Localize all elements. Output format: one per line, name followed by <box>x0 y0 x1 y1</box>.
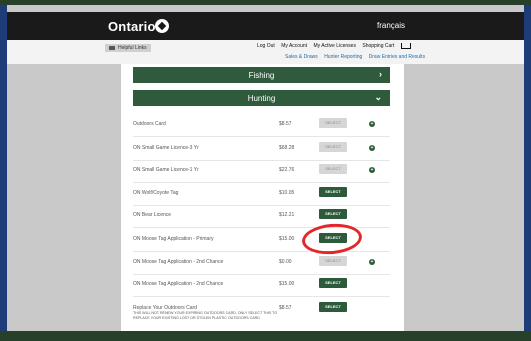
menu-icon <box>109 45 115 50</box>
product-price: $10.05 <box>279 190 295 196</box>
product-price: $0.00 <box>279 259 292 265</box>
product-row: ON Moose Tag Application - 2nd Chance $15… <box>133 274 390 297</box>
product-name: ON Moose Tag Application - 2nd Chance <box>133 281 224 287</box>
info-plus-icon[interactable]: + <box>369 167 375 173</box>
product-price: $22.76 <box>279 167 295 173</box>
info-plus-icon[interactable]: + <box>369 121 375 127</box>
select-button[interactable]: SELECT <box>319 209 347 219</box>
chevron-down-icon: ⌄ <box>374 92 382 102</box>
select-button[interactable]: SELECT <box>319 302 347 312</box>
product-name: ON Bear Licence <box>133 212 172 218</box>
fishing-section-header[interactable]: Fishing › <box>133 67 390 83</box>
draw-entries-link[interactable]: Draw Entries and Results <box>369 54 425 60</box>
product-price: $68.28 <box>279 145 295 151</box>
select-button[interactable]: SELECT <box>319 164 347 174</box>
sales-draws-link[interactable]: Sales & Draws <box>285 54 318 60</box>
shopping-cart-link[interactable]: Shopping Cart <box>362 43 394 49</box>
hunting-label: Hunting <box>247 94 276 103</box>
active-licenses-link[interactable]: My Active Licenses <box>313 43 356 49</box>
info-plus-icon[interactable]: + <box>369 259 375 265</box>
product-name: ON Small Game Licence-3 Yr <box>133 145 199 151</box>
product-name: ON Moose Tag Application - Primary <box>133 236 214 242</box>
hunting-section-header[interactable]: Hunting ⌄ <box>133 90 390 106</box>
browser-page: Ontario français Helpful Links Log Out M… <box>7 5 524 331</box>
logout-link[interactable]: Log Out <box>257 43 275 49</box>
secondary-links: Sales & Draws Hunter Reporting Draw Entr… <box>285 54 430 60</box>
product-note: THIS WILL NOT RENEW YOUR EXPIRING OUTDOO… <box>133 311 278 320</box>
my-account-link[interactable]: My Account <box>281 43 307 49</box>
select-button[interactable]: SELECT <box>319 187 347 197</box>
select-button[interactable]: SELECT <box>319 278 347 288</box>
product-row: Replace Your Outdoors Card $8.57 SELECT THI… <box>133 298 390 331</box>
frame-left-border <box>0 5 7 331</box>
hunter-reporting-link[interactable]: Hunter Reporting <box>324 54 362 60</box>
info-plus-icon[interactable]: + <box>369 145 375 151</box>
chevron-right-icon: › <box>379 69 382 79</box>
product-row: ON Moose Tag Application - 2nd Chance $0.… <box>133 252 390 275</box>
site-header: Ontario français <box>7 12 524 40</box>
product-row: ON Small Game Licence-1 Yr $22.76 SELECT + <box>133 160 390 183</box>
product-name: ON Small Game Licence-1 Yr <box>133 167 199 173</box>
ontario-logo-text[interactable]: Ontario <box>108 19 156 34</box>
main-content: Fishing › Hunting ⌄ Outdoors Card $8.57 SE… <box>121 64 404 331</box>
product-price: $15.00 <box>279 281 295 287</box>
frame-right-border <box>524 5 531 331</box>
product-row: ON Wolf/Coyote Tag $10.05 SELECT <box>133 183 390 206</box>
product-row: ON Bear Licence $12.21 SELECT <box>133 205 390 228</box>
product-row: Outdoors Card $8.57 SELECT + <box>133 114 390 137</box>
select-button[interactable]: SELECT <box>319 256 347 266</box>
helpful-links-label: Helpful Links <box>118 45 147 51</box>
language-toggle-link[interactable]: français <box>377 21 405 30</box>
fishing-label: Fishing <box>248 71 275 80</box>
select-button[interactable]: SELECT <box>319 118 347 128</box>
helpful-links-button[interactable]: Helpful Links <box>105 44 151 52</box>
product-name: ON Wolf/Coyote Tag <box>133 190 179 196</box>
select-button[interactable]: SELECT <box>319 142 347 152</box>
product-name: ON Moose Tag Application - 2nd Chance <box>133 259 224 265</box>
frame-bottom-bar <box>0 331 531 341</box>
utility-bar: Helpful Links Log Out My Account My Acti… <box>7 40 524 64</box>
cart-icon[interactable] <box>400 43 411 49</box>
product-row: ON Small Game Licence-3 Yr $68.28 SELECT + <box>133 138 390 161</box>
trillium-logo-icon[interactable] <box>155 19 169 33</box>
account-links: Log Out My Account My Active Licenses Sh… <box>257 43 416 49</box>
product-name: Outdoors Card <box>133 121 166 127</box>
product-price: $15.00 <box>279 236 295 242</box>
product-price: $12.21 <box>279 212 295 218</box>
product-price: $8.57 <box>279 121 292 127</box>
